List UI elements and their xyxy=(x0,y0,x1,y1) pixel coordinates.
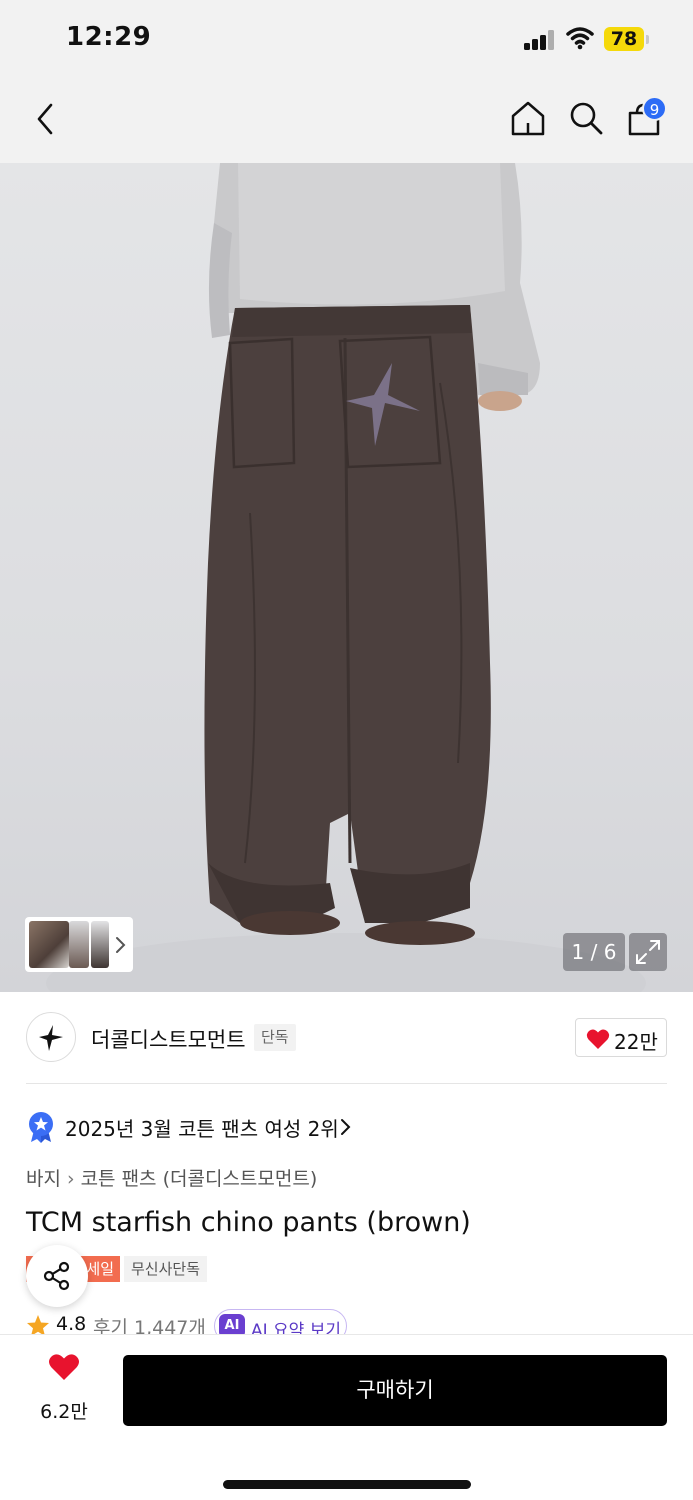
product-title: TCM starfish chino pants (brown) xyxy=(26,1207,471,1238)
exclusive-tag: 단독 xyxy=(254,1024,296,1051)
expand-icon xyxy=(636,940,660,964)
wifi-icon xyxy=(566,27,594,50)
ranking-text: 2025년 3월 코튼 팬츠 여성 2위 xyxy=(65,1117,339,1141)
search-icon[interactable] xyxy=(566,99,606,137)
battery-icon: 78 xyxy=(604,27,644,51)
battery-tip xyxy=(646,35,649,44)
bottom-action-bar: 6.2만 구매하기 xyxy=(0,1334,693,1500)
home-indicator xyxy=(223,1480,471,1489)
expand-button[interactable] xyxy=(629,933,667,971)
wishlist-button[interactable]: 6.2만 xyxy=(26,1353,102,1427)
cart-count-badge[interactable]: 9 xyxy=(642,96,667,121)
breadcrumb: 바지 › 코튼 팬츠 (더콜디스트모먼트) xyxy=(26,1164,317,1191)
share-icon xyxy=(43,1261,70,1291)
wishlist-count: 6.2만 xyxy=(40,1401,88,1423)
rating-score: 4.8 xyxy=(56,1313,87,1335)
brand-row: 더콜디스트모먼트 단독 22만 xyxy=(0,1000,693,1075)
brand-logo[interactable] xyxy=(26,1012,76,1062)
heart-icon xyxy=(586,1029,610,1049)
ranking-medal-icon xyxy=(29,1112,53,1143)
chevron-right-icon xyxy=(341,1119,351,1135)
buy-button[interactable]: 구매하기 xyxy=(123,1355,667,1426)
divider xyxy=(26,1083,667,1084)
breadcrumb-subcategory[interactable]: 코튼 팬츠 (더콜디스트모먼트) xyxy=(81,1168,318,1190)
brand-name[interactable]: 더콜디스트모먼트 xyxy=(91,1024,246,1054)
starfish-logo-icon xyxy=(39,1025,63,1051)
brand-like-count: 22만 xyxy=(614,1030,658,1054)
product-photo-illustration xyxy=(46,163,646,992)
image-counter: 1 / 6 xyxy=(563,933,625,971)
thumbnail-2[interactable] xyxy=(69,921,89,968)
share-button[interactable] xyxy=(26,1245,88,1307)
breadcrumb-category[interactable]: 바지 xyxy=(26,1168,61,1190)
brand-like-button[interactable]: 22만 xyxy=(575,1018,667,1057)
thumbnail-1[interactable] xyxy=(29,921,69,968)
product-image[interactable] xyxy=(0,163,693,992)
status-time: 12:29 xyxy=(66,22,152,52)
status-bar: 12:29 78 xyxy=(0,0,693,80)
exclusive-badge: 무신사단독 xyxy=(124,1256,208,1282)
breadcrumb-separator-icon: › xyxy=(66,1168,75,1190)
thumbnail-3[interactable] xyxy=(91,921,109,968)
home-icon[interactable] xyxy=(508,99,548,137)
cellular-signal-icon xyxy=(524,30,556,50)
back-chevron-icon[interactable] xyxy=(32,102,58,136)
chevron-right-icon[interactable] xyxy=(113,935,127,955)
heart-icon xyxy=(49,1354,79,1380)
